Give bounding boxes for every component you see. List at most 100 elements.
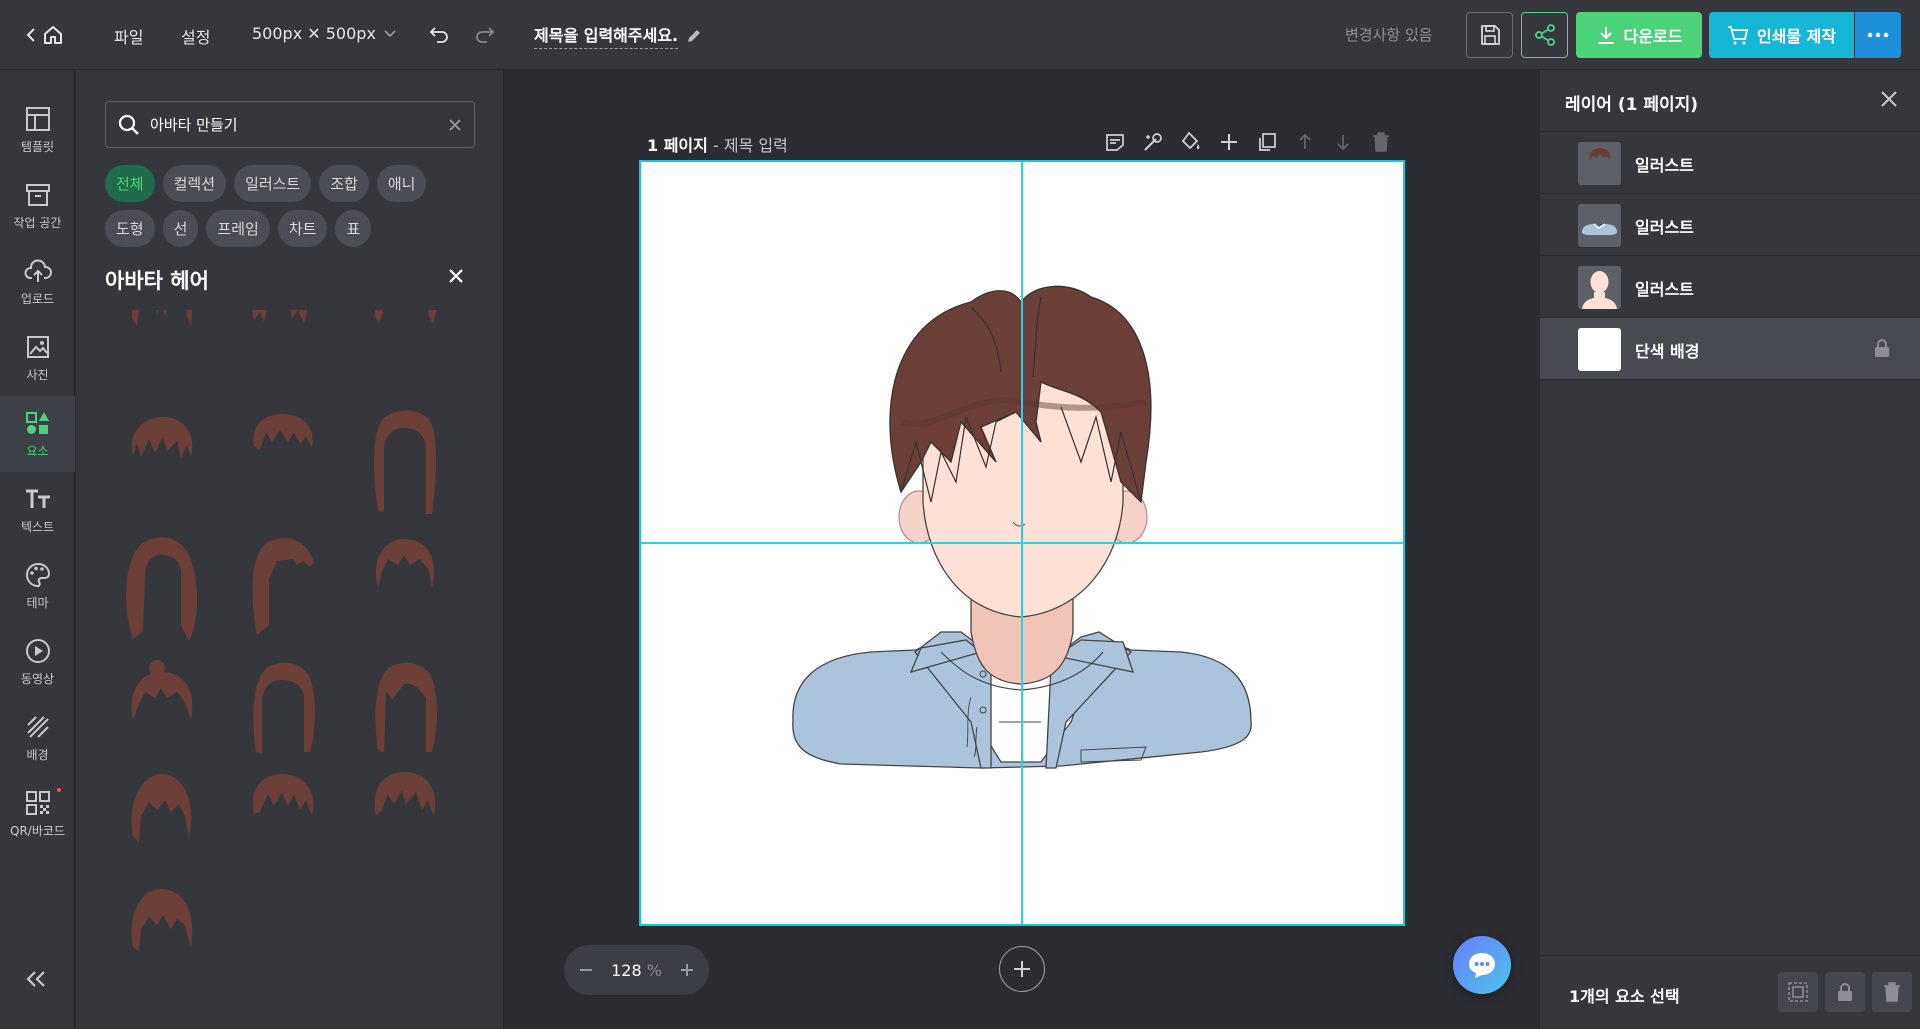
delete-page-button[interactable]	[1369, 130, 1393, 154]
sidebar-item-qr-barcode[interactable]: QR/바코드	[0, 776, 75, 852]
layer-row[interactable]: 일러스트	[1540, 132, 1920, 194]
chip-illustration[interactable]: 일러스트	[234, 165, 312, 202]
hair-thumbnail[interactable]	[248, 660, 318, 760]
play-icon	[25, 638, 50, 663]
chip-table[interactable]: 표	[335, 210, 372, 247]
sidebar-item-video[interactable]: 동영상	[0, 624, 75, 700]
sidebar-item-label: 작업 공간	[13, 215, 62, 230]
hair-thumbnail[interactable]	[371, 310, 441, 328]
delete-selection-button[interactable]	[1872, 972, 1912, 1012]
chip-all[interactable]: 전체	[105, 165, 155, 202]
hair-thumbnail[interactable]	[370, 410, 440, 520]
add-page-button[interactable]	[999, 946, 1045, 992]
layer-name: 일러스트	[1635, 218, 1694, 237]
sidebar-item-theme[interactable]: 테마	[0, 548, 75, 624]
layers-title: 레이어 (1 페이지)	[1565, 95, 1699, 115]
sidebar-item-label: 배경	[26, 747, 49, 762]
hair-thumbnail[interactable]	[127, 310, 197, 328]
hair-thumbnail[interactable]	[248, 770, 318, 830]
clear-search-icon[interactable]	[448, 118, 462, 132]
group-button[interactable]	[1778, 972, 1818, 1012]
canvas-area: 1 페이지 - 제목 입력 128 %	[505, 70, 1539, 1029]
hair-thumbnail[interactable]	[370, 660, 440, 760]
sidebar-item-label: 업로드	[20, 291, 55, 306]
hatch-icon	[26, 715, 49, 738]
move-page-up-button[interactable]	[1293, 130, 1317, 154]
hair-thumbnail[interactable]	[248, 310, 318, 328]
page-title-input[interactable]: 제목 입력	[724, 136, 788, 155]
hair-thumbnail[interactable]	[127, 415, 197, 475]
hair-thumbnail[interactable]	[121, 535, 201, 645]
back-home-button[interactable]	[26, 22, 76, 48]
tool-sidebar: 템플릿 작업 공간 업로드 사진 요소 텍스트 테마 동영상 배경 QR/바코드	[0, 70, 75, 1029]
layer-name: 단색 배경	[1635, 342, 1700, 361]
chat-support-button[interactable]	[1453, 936, 1511, 994]
print-label: 인쇄물 제작	[1756, 27, 1837, 46]
move-page-down-button[interactable]	[1331, 130, 1355, 154]
duplicate-page-button[interactable]	[1255, 130, 1279, 154]
lock-icon	[1838, 983, 1852, 1001]
search-input[interactable]	[150, 115, 438, 134]
hair-thumbnail[interactable]	[370, 535, 440, 595]
design-page[interactable]	[639, 160, 1405, 926]
file-menu[interactable]: 파일	[114, 24, 143, 48]
redo-button[interactable]	[474, 24, 496, 44]
share-button[interactable]	[1521, 12, 1568, 58]
layer-row[interactable]: 일러스트	[1540, 256, 1920, 318]
hair-thumbnail[interactable]	[127, 885, 197, 955]
lock-selection-button[interactable]	[1825, 972, 1865, 1012]
document-title[interactable]: 제목을 입력해주세요.	[534, 22, 702, 49]
page-label[interactable]: 1 페이지 - 제목 입력	[647, 132, 788, 156]
element-search-box	[105, 101, 475, 148]
archive-icon	[25, 183, 50, 206]
shapes-icon	[25, 411, 49, 434]
sidebar-item-text[interactable]: 텍스트	[0, 472, 75, 548]
canvas-size-dropdown[interactable]: 500px ✕ 500px	[252, 24, 396, 43]
close-section-button[interactable]	[448, 268, 464, 288]
print-order-button[interactable]: 인쇄물 제작	[1709, 12, 1854, 58]
save-button[interactable]	[1466, 12, 1513, 58]
lock-icon	[1875, 339, 1889, 357]
layer-thumbnail	[1578, 266, 1621, 309]
sidebar-item-workspace[interactable]: 작업 공간	[0, 168, 75, 244]
sidebar-item-template[interactable]: 템플릿	[0, 92, 75, 168]
hair-thumbnail[interactable]	[370, 768, 440, 828]
chip-collection[interactable]: 컬렉션	[162, 165, 227, 202]
page-background-color-button[interactable]	[1179, 130, 1203, 154]
zoom-out-icon[interactable]	[580, 968, 592, 972]
hair-thumbnail[interactable]	[248, 410, 318, 470]
hair-results-grid	[105, 310, 475, 1029]
hair-thumbnail[interactable]	[127, 770, 197, 845]
sidebar-item-elements[interactable]: 요소	[0, 396, 75, 472]
arrow-down-icon	[1337, 135, 1349, 151]
settings-menu[interactable]: 설정	[181, 24, 210, 48]
add-page-toolbar-button[interactable]	[1217, 130, 1241, 154]
zoom-value[interactable]: 128	[611, 961, 642, 980]
hair-thumbnail[interactable]	[127, 658, 197, 728]
hair-thumbnail[interactable]	[247, 535, 317, 645]
layer-row[interactable]: 일러스트	[1540, 194, 1920, 256]
sidebar-item-background[interactable]: 배경	[0, 700, 75, 776]
page-memo-button[interactable]	[1103, 130, 1127, 154]
page-style-button[interactable]	[1141, 130, 1165, 154]
chip-shape[interactable]: 도형	[105, 210, 155, 247]
undo-button[interactable]	[428, 24, 450, 44]
close-layers-button[interactable]	[1880, 90, 1898, 112]
more-options-button[interactable]	[1855, 12, 1901, 58]
shirt-thumb-icon	[1582, 223, 1617, 235]
download-button[interactable]: 다운로드	[1576, 12, 1702, 58]
layer-lock-button[interactable]	[1873, 338, 1891, 362]
zoom-in-icon[interactable]	[681, 964, 693, 976]
chip-line[interactable]: 선	[162, 210, 199, 247]
chip-chart[interactable]: 차트	[277, 210, 328, 247]
zoom-control: 128 %	[564, 945, 709, 995]
chip-combination[interactable]: 조합	[319, 165, 369, 202]
chip-frame[interactable]: 프레임	[206, 210, 270, 247]
collapse-sidebar-button[interactable]	[24, 970, 48, 992]
layer-thumbnail	[1578, 204, 1621, 247]
sidebar-item-upload[interactable]: 업로드	[0, 244, 75, 320]
chip-animation[interactable]: 애니	[376, 165, 427, 202]
sidebar-item-photo[interactable]: 사진	[0, 320, 75, 396]
hair-thumb-icon	[1589, 148, 1611, 160]
layer-row[interactable]: 단색 배경	[1540, 318, 1920, 380]
